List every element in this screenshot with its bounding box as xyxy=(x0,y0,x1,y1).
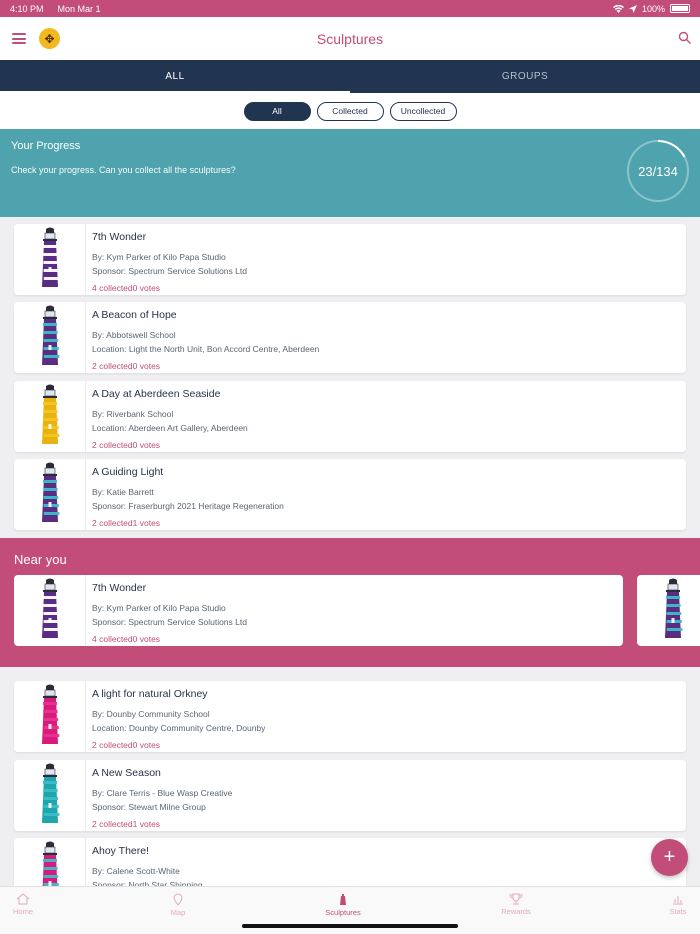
map-pin-icon xyxy=(173,893,183,906)
sculpture-name: Ahoy There! xyxy=(92,845,150,857)
sculpture-stats: 2 collected0 votes xyxy=(92,361,161,371)
sculpture-name: A Day at Aberdeen Seaside xyxy=(92,388,221,400)
page-title: Sculptures xyxy=(316,30,384,47)
lighthouse-icon xyxy=(637,575,700,646)
sculpture-detail: Location: Aberdeen Art Gallery, Aberdeen xyxy=(92,423,248,433)
lighthouse-icon xyxy=(14,224,86,295)
sculpture-artist: By: Abbotswell School xyxy=(92,330,176,340)
progress-count: 23/134 xyxy=(638,163,678,179)
tab-bar-map[interactable]: Map xyxy=(138,893,218,917)
sculpture-stats: 2 collected1 votes xyxy=(92,518,161,528)
sculpture-name: A Beacon of Hope xyxy=(92,309,177,321)
sculpture-detail: Location: Dounby Community Centre, Dounb… xyxy=(92,723,266,733)
plus-icon: + xyxy=(663,846,676,868)
sculpture-artist: By: Riverbank School xyxy=(92,409,174,419)
filter-bar: All Collected Uncollected xyxy=(0,93,700,129)
lighthouse-tab-icon xyxy=(340,894,346,905)
sculpture-card[interactable]: 7th Wonder By: Kym Parker of Kilo Papa S… xyxy=(14,224,686,295)
bar-chart-icon xyxy=(673,896,683,905)
sculpture-card[interactable]: A Beacon of Hope By: Abbotswell School L… xyxy=(14,302,686,373)
sculpture-card[interactable]: A Day at Aberdeen Seaside By: Riverbank … xyxy=(14,381,686,452)
tab-bar-label: Stats xyxy=(669,907,687,916)
sculpture-detail: Sponsor: Spectrum Service Solutions Ltd xyxy=(92,617,247,627)
location-arrow-icon xyxy=(628,4,637,13)
tab-bar-label: Rewards xyxy=(501,907,531,916)
progress-subtitle: Check your progress. Can you collect all… xyxy=(11,165,236,175)
sculpture-name: A New Season xyxy=(92,767,161,779)
segment-tabs: ALL GROUPS xyxy=(0,60,700,93)
tab-bar-rewards[interactable]: Rewards xyxy=(476,893,556,916)
status-time: 4:10 PM xyxy=(10,3,44,14)
battery-icon xyxy=(670,4,690,13)
sculpture-artist: By: Kym Parker of Kilo Papa Studio xyxy=(92,603,226,613)
sculpture-stats: 2 collected1 votes xyxy=(92,819,161,829)
sculpture-name: A light for natural Orkney xyxy=(92,688,208,700)
battery-percent: 100% xyxy=(641,3,665,14)
sculpture-card[interactable]: A Guiding Light By: Katie Barrett Sponso… xyxy=(14,459,686,530)
filter-all-button[interactable]: All xyxy=(243,101,311,121)
sculpture-name: 7th Wonder xyxy=(92,231,147,243)
sculpture-artist: By: Clare Terris - Blue Wasp Creative xyxy=(92,788,233,798)
search-icon[interactable] xyxy=(678,31,692,45)
tab-bar-label: Sculptures xyxy=(325,908,361,917)
sculpture-stats: 2 collected0 votes xyxy=(92,740,161,750)
sculpture-name: A Guiding Light xyxy=(92,466,164,478)
status-date: Mon Mar 1 xyxy=(57,3,101,14)
lighthouse-icon xyxy=(14,302,86,373)
wifi-icon xyxy=(612,4,624,13)
sculpture-artist: By: Katie Barrett xyxy=(92,487,154,497)
sculpture-artist: By: Kym Parker of Kilo Papa Studio xyxy=(92,252,226,262)
progress-banner: Your Progress Check your progress. Can y… xyxy=(0,129,700,217)
sculpture-artist: By: Dounby Community School xyxy=(92,709,210,719)
menu-icon[interactable] xyxy=(12,33,26,44)
sculpture-detail: Sponsor: Fraserburgh 2021 Heritage Regen… xyxy=(92,501,284,511)
tab-groups[interactable]: GROUPS xyxy=(350,60,700,93)
home-icon xyxy=(16,893,30,905)
add-fab-button[interactable]: + xyxy=(651,839,688,876)
sculpture-stats: 2 collected0 votes xyxy=(92,440,161,450)
sculpture-name: 7th Wonder xyxy=(92,582,147,594)
near-you-title: Near you xyxy=(14,552,67,567)
sculpture-detail: Location: Light the North Unit, Bon Acco… xyxy=(92,344,320,354)
near-you-section: Near you 7th Wonder By: Kym Parker of Ki… xyxy=(0,538,700,667)
app-logo-icon: ✥ xyxy=(39,28,60,49)
progress-title: Your Progress xyxy=(11,140,81,152)
sculpture-card[interactable]: A light for natural Orkney By: Dounby Co… xyxy=(14,681,686,752)
filter-collected-button[interactable]: Collected xyxy=(316,101,384,121)
sculpture-artist: By: Calene Scott-White xyxy=(92,866,180,876)
nav-bar: ✥ Sculptures xyxy=(0,17,700,60)
tab-bar-label: Map xyxy=(170,908,186,917)
near-sculpture-card[interactable] xyxy=(637,575,700,646)
lighthouse-icon xyxy=(14,681,86,752)
lighthouse-icon xyxy=(14,381,86,452)
tab-bar-label: Home xyxy=(12,907,33,916)
lighthouse-icon xyxy=(14,760,86,831)
status-bar: 4:10 PM Mon Mar 1 100% xyxy=(0,0,700,17)
tab-bar-sculptures[interactable]: Sculptures xyxy=(303,893,383,917)
sculpture-detail: Sponsor: Stewart Milne Group xyxy=(92,802,206,812)
trophy-icon xyxy=(509,893,523,905)
sculpture-card[interactable]: A New Season By: Clare Terris - Blue Was… xyxy=(14,760,686,831)
home-indicator xyxy=(242,924,458,928)
filter-uncollected-button[interactable]: Uncollected xyxy=(389,101,457,121)
lighthouse-icon xyxy=(14,459,86,530)
tab-bar-home[interactable]: Home xyxy=(0,893,63,916)
lighthouse-icon xyxy=(14,575,86,646)
near-sculpture-card[interactable]: 7th Wonder By: Kym Parker of Kilo Papa S… xyxy=(14,575,623,646)
sculpture-detail: Sponsor: Spectrum Service Solutions Ltd xyxy=(92,266,247,276)
sculpture-stats: 4 collected0 votes xyxy=(92,634,161,644)
tab-all[interactable]: ALL xyxy=(0,60,350,93)
sculpture-stats: 4 collected0 votes xyxy=(92,283,161,293)
tab-bar-stats[interactable]: Stats xyxy=(638,893,700,916)
